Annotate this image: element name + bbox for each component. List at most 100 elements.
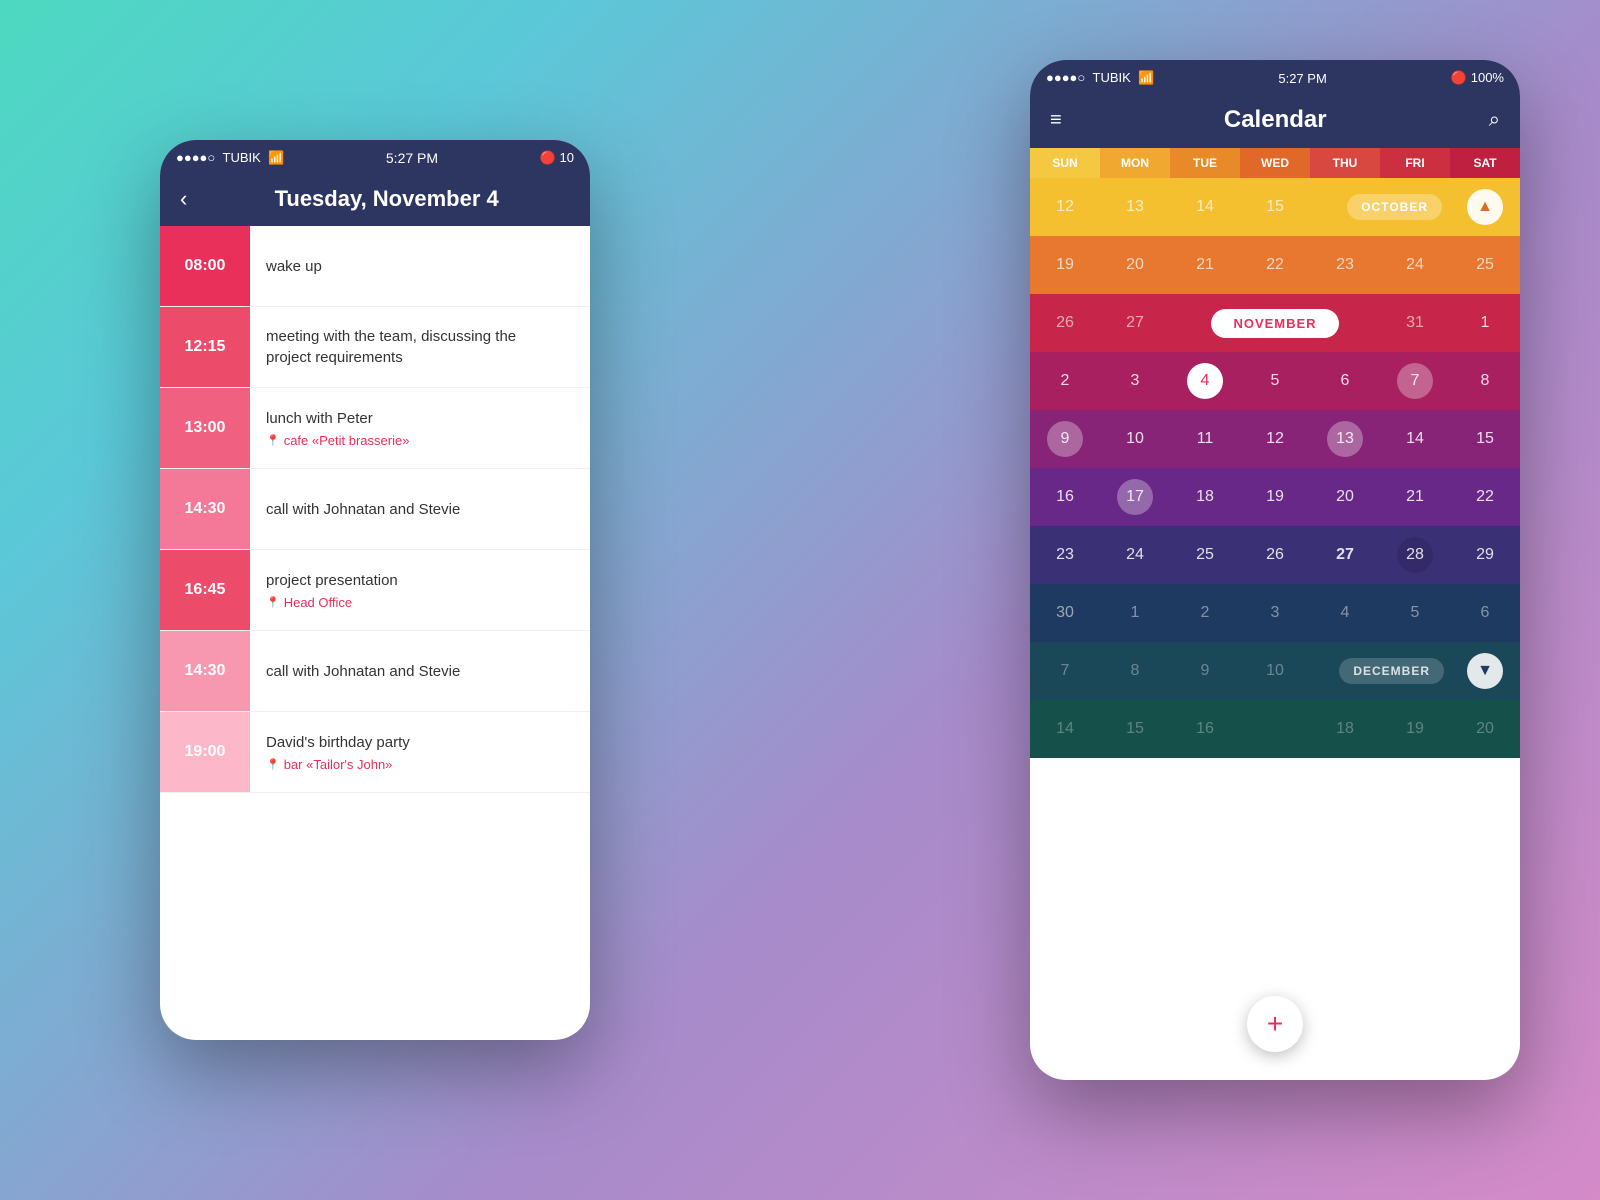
cal-day-dim[interactable]: 9	[1170, 642, 1240, 700]
status-bar-right: ●●●●○ TUBIK 📶 5:27 PM 🔴 100%	[1030, 60, 1520, 96]
add-event-button[interactable]: +	[1247, 996, 1303, 1052]
schedule-date-title: Tuesday, November 4	[203, 186, 570, 212]
event-item[interactable]: 13:00 lunch with Peter 📍 cafe «Petit bra…	[160, 388, 590, 469]
calendar-nav-bar: ≡ Calendar ⌕	[1030, 96, 1520, 148]
cal-day[interactable]: 6	[1310, 352, 1380, 410]
cal-day-dim[interactable]: 18	[1310, 700, 1380, 758]
cal-day[interactable]: 20	[1100, 236, 1170, 294]
cal-day[interactable]: 19	[1030, 236, 1100, 294]
cal-day-dim[interactable]: 16	[1170, 700, 1240, 758]
cal-day-dim[interactable]: 14	[1030, 700, 1100, 758]
cal-day-dim[interactable]	[1240, 700, 1310, 758]
cal-day[interactable]: 16	[1030, 468, 1100, 526]
cal-day[interactable]: 22	[1450, 468, 1520, 526]
november-week3: 16 17 18 19 20 21 22	[1030, 468, 1520, 526]
cal-day-selected[interactable]: 13	[1310, 410, 1380, 468]
cal-day[interactable]: 27	[1310, 526, 1380, 584]
cal-day[interactable]: 15	[1240, 178, 1310, 236]
cal-day[interactable]: 5	[1240, 352, 1310, 410]
cal-day[interactable]: 18	[1170, 468, 1240, 526]
event-item[interactable]: 14:30 call with Johnatan and Stevie	[160, 469, 590, 550]
cal-chevron-down[interactable]: ▼	[1450, 642, 1520, 700]
battery-right: 🔴 100%	[1451, 70, 1504, 86]
cal-day[interactable]: 14	[1170, 178, 1240, 236]
cal-day[interactable]: 12	[1030, 178, 1100, 236]
cal-day[interactable]: 22	[1240, 236, 1310, 294]
cal-day[interactable]: 30	[1030, 584, 1100, 642]
cal-day[interactable]: 2	[1030, 352, 1100, 410]
cal-day-selected[interactable]: 7	[1380, 352, 1450, 410]
event-item[interactable]: 19:00 David's birthday party 📍 bar «Tail…	[160, 712, 590, 793]
november-week2: 9 10 11 12 13 14 15	[1030, 410, 1520, 468]
cal-day[interactable]: 20	[1310, 468, 1380, 526]
event-item[interactable]: 08:00 wake up	[160, 226, 590, 307]
cal-day-dim[interactable]: 4	[1310, 584, 1380, 642]
cal-day[interactable]: 23	[1310, 236, 1380, 294]
cal-day[interactable]: 21	[1380, 468, 1450, 526]
cal-day-dim[interactable]: 31	[1380, 294, 1450, 352]
cal-day[interactable]: 8	[1450, 352, 1520, 410]
cal-day[interactable]: 11	[1170, 410, 1240, 468]
cal-day[interactable]: 23	[1030, 526, 1100, 584]
cal-day-dim[interactable]: 3	[1240, 584, 1310, 642]
cal-day-dim[interactable]: 19	[1380, 700, 1450, 758]
calendar-grid: 12 13 14 15 OCTOBER ▲ 19 20 21 22 23 24	[1030, 178, 1520, 758]
search-button[interactable]: ⌕	[1489, 109, 1500, 132]
cal-day-selected[interactable]: 17	[1100, 468, 1170, 526]
event-title: project presentation	[266, 570, 574, 591]
pin-icon: 📍	[266, 596, 280, 609]
event-item[interactable]: 12:15 meeting with the team, discussing …	[160, 307, 590, 388]
schedule-phone: ●●●●○ TUBIK 📶 5:27 PM 🔴 10 ‹ Tuesday, No…	[160, 140, 590, 1040]
cal-day-selected[interactable]: 9	[1030, 410, 1100, 468]
cal-day-today[interactable]: 4	[1170, 352, 1240, 410]
event-item[interactable]: 14:30 call with Johnatan and Stevie	[160, 631, 590, 712]
cal-day-selected[interactable]: 28	[1380, 526, 1450, 584]
cal-day-dim[interactable]: 7	[1030, 642, 1100, 700]
cal-day[interactable]: 25	[1170, 526, 1240, 584]
event-item[interactable]: 16:45 project presentation 📍 Head Office	[160, 550, 590, 631]
cal-day-dim[interactable]: 6	[1450, 584, 1520, 642]
cal-day[interactable]: 14	[1380, 410, 1450, 468]
cal-day[interactable]: 24	[1100, 526, 1170, 584]
cal-november-label: NOVEMBER	[1170, 294, 1380, 352]
cal-day[interactable]: 10	[1100, 410, 1170, 468]
cal-day[interactable]: 26	[1240, 526, 1310, 584]
location-text: cafe «Petit brasserie»	[284, 433, 410, 448]
cal-day[interactable]: 1	[1450, 294, 1520, 352]
cal-day-dim[interactable]: 20	[1450, 700, 1520, 758]
cal-day-dim[interactable]: 1	[1100, 584, 1170, 642]
menu-button[interactable]: ≡	[1050, 109, 1062, 132]
event-title: wake up	[266, 256, 574, 277]
event-content: project presentation 📍 Head Office	[250, 550, 590, 630]
cal-day[interactable]: 19	[1240, 468, 1310, 526]
schedule-list: 08:00 wake up 12:15 meeting with the tea…	[160, 226, 590, 793]
cal-day[interactable]: 25	[1450, 236, 1520, 294]
cal-day-dim[interactable]: 27	[1100, 294, 1170, 352]
cal-day-dim[interactable]: 10	[1240, 642, 1310, 700]
day-header-thu: THU	[1310, 148, 1380, 178]
battery-left: 🔴 10	[540, 150, 574, 166]
cal-day[interactable]: 12	[1240, 410, 1310, 468]
cal-day-dim[interactable]: 2	[1170, 584, 1240, 642]
cal-day-dim[interactable]: 8	[1100, 642, 1170, 700]
cal-day-dim[interactable]: 26	[1030, 294, 1100, 352]
event-title: call with Johnatan and Stevie	[266, 499, 574, 520]
cal-day-dim[interactable]: 5	[1380, 584, 1450, 642]
event-content: David's birthday party 📍 bar «Tailor's J…	[250, 712, 590, 792]
cal-day[interactable]: 3	[1100, 352, 1170, 410]
cal-chevron-up[interactable]: ▲	[1450, 178, 1520, 236]
cal-day[interactable]: 21	[1170, 236, 1240, 294]
december-label-row: 7 8 9 10 DECEMBER ▼	[1030, 642, 1520, 700]
october-week1: 12 13 14 15 OCTOBER ▲	[1030, 178, 1520, 236]
event-location: 📍 bar «Tailor's John»	[266, 757, 574, 772]
day-header-sun: SUN	[1030, 148, 1100, 178]
cal-day[interactable]: 24	[1380, 236, 1450, 294]
status-time-right: 5:27 PM	[1278, 71, 1326, 86]
cal-day[interactable]: 15	[1450, 410, 1520, 468]
cal-month-label: OCTOBER	[1310, 178, 1450, 236]
cal-day[interactable]: 29	[1450, 526, 1520, 584]
cal-day[interactable]: 13	[1100, 178, 1170, 236]
cal-day-dim[interactable]: 15	[1100, 700, 1170, 758]
back-button[interactable]: ‹	[180, 186, 187, 212]
location-text: bar «Tailor's John»	[284, 757, 393, 772]
